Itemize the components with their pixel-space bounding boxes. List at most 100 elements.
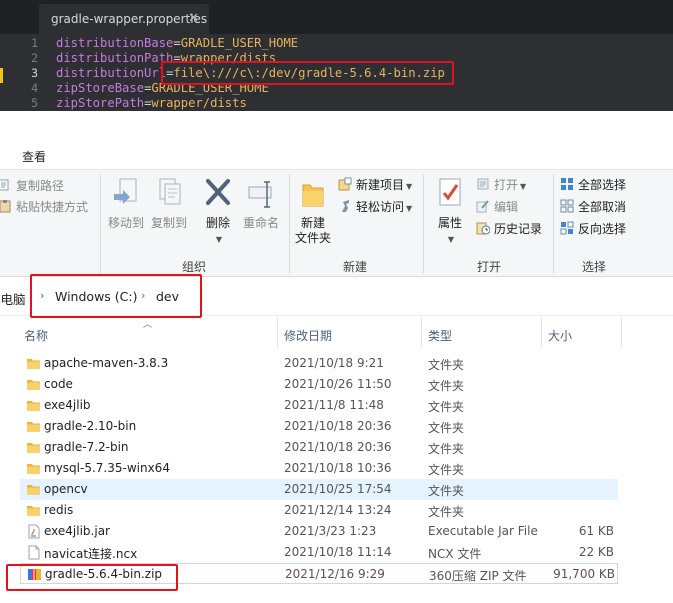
file-name: gradle-7.2-bin	[44, 440, 129, 454]
paste-shortcut-icon	[0, 200, 11, 213]
edit-button[interactable]: 编辑	[476, 197, 518, 217]
copy-to-icon	[159, 178, 181, 205]
annotation-highlight-box	[6, 564, 178, 591]
file-modified: 2021/12/14 13:24	[284, 503, 392, 517]
open-button[interactable]: 打开 ▼	[476, 175, 526, 195]
column-divider[interactable]	[277, 318, 278, 348]
open-icon	[477, 178, 489, 190]
file-name: mysql-5.7.35-winx64	[44, 461, 170, 475]
file-row[interactable]: exe4jlib.jar 2021/3/23 1:23 Executable Jar…	[20, 521, 618, 542]
file-modified: 2021/10/18 20:36	[284, 440, 392, 454]
file-modified: 2021/10/25 17:54	[284, 482, 392, 496]
file-name: navicat连接.ncx	[44, 547, 138, 561]
invert-selection-button[interactable]: 反向选择	[560, 219, 626, 239]
folder-icon	[26, 440, 41, 455]
copy-to-button[interactable]: 复制到	[149, 176, 189, 231]
select-all-button[interactable]: 全部选择	[560, 175, 626, 195]
new-folder-button[interactable]: 新建 文件夹	[293, 176, 333, 246]
file-row[interactable]: mysql-5.7.35-winx64 2021/10/18 10:36 文件夹	[20, 458, 618, 479]
file-row[interactable]: opencv 2021/10/25 17:54 文件夹	[20, 479, 618, 500]
column-divider[interactable]	[621, 318, 622, 348]
group-separator	[100, 174, 101, 274]
line-number: 2	[31, 51, 38, 65]
column-divider[interactable]	[421, 318, 422, 348]
properties-button[interactable]: 属性 ▼	[430, 176, 470, 245]
ribbon-body: 复制路径 粘贴快捷方式 移动到 复制到 删除 ▼ 重命名 组织 新建 文件夹 新…	[0, 169, 673, 277]
editor-tab[interactable]: gradle-wrapper.properties ✕	[39, 4, 209, 34]
chevron-down-icon: ▼	[406, 182, 413, 191]
rename-icon	[248, 181, 272, 208]
delete-icon	[206, 179, 230, 205]
folder-icon	[26, 482, 41, 497]
line-number-gutter: 1 2 3 4 5	[0, 34, 44, 111]
close-icon[interactable]: ✕	[188, 4, 199, 34]
file-size: 91,700 KB	[553, 567, 615, 581]
easy-access-button[interactable]: 轻松访问 ▼	[338, 197, 412, 217]
property-value: GRADLE_USER_HOME	[180, 36, 299, 50]
file-row[interactable]: apache-maven-3.8.3 2021/10/18 9:21 文件夹	[20, 353, 618, 374]
easy-access-icon	[342, 200, 349, 212]
property-value: wrapper/dists	[151, 96, 247, 110]
tab-view[interactable]: 查看	[22, 148, 46, 165]
file-row[interactable]: exe4jlib 2021/11/8 11:48 文件夹	[20, 395, 618, 416]
select-all-icon	[561, 178, 573, 190]
copy-path-icon	[0, 179, 9, 191]
properties-icon	[439, 178, 461, 206]
column-header-size[interactable]: 大小	[548, 327, 572, 344]
file-type: 文件夹	[428, 505, 465, 519]
line-number: 1	[31, 36, 38, 50]
property-key: distributionPath	[56, 51, 174, 65]
property-key: distributionBase	[56, 36, 174, 50]
jar-icon	[26, 524, 41, 539]
file-row[interactable]: code 2021/10/26 11:50 文件夹	[20, 374, 618, 395]
column-header-modified[interactable]: 修改日期	[284, 327, 332, 344]
select-none-icon	[560, 199, 574, 213]
new-folder-icon	[302, 184, 324, 207]
chevron-down-icon: ▼	[520, 182, 527, 191]
file-name: gradle-2.10-bin	[44, 419, 137, 433]
column-header-type[interactable]: 类型	[428, 327, 452, 344]
annotation-highlight-box	[30, 274, 202, 318]
code-line[interactable]: distributionBase=GRADLE_USER_HOME	[56, 36, 298, 51]
file-modified: 2021/11/8 11:48	[284, 398, 384, 412]
file-row[interactable]: gradle-7.2-bin 2021/10/18 20:36 文件夹	[20, 437, 618, 458]
delete-button[interactable]: 删除 ▼	[198, 176, 238, 245]
file-icon	[26, 545, 41, 560]
new-item-button[interactable]: 新建项目 ▼	[338, 175, 412, 195]
file-type: Executable Jar File	[428, 524, 538, 538]
folder-icon	[26, 356, 41, 371]
annotation-highlight-box	[161, 61, 454, 85]
paste-shortcut-button[interactable]: 粘贴快捷方式	[0, 197, 88, 217]
file-type: NCX 文件	[428, 547, 482, 561]
file-row[interactable]: redis 2021/12/14 13:24 文件夹	[20, 500, 618, 521]
file-row[interactable]: gradle-2.10-bin 2021/10/18 20:36 文件夹	[20, 416, 618, 437]
code-line[interactable]: zipStorePath=wrapper/dists	[56, 96, 247, 111]
move-to-icon	[114, 178, 137, 204]
move-to-button[interactable]: 移动到	[106, 176, 146, 231]
file-modified: 2021/12/16 9:29	[285, 567, 385, 581]
column-header-name[interactable]: 名称	[24, 327, 48, 344]
group-label-open: 打开	[477, 260, 502, 274]
property-key: zipStorePath	[56, 96, 145, 110]
file-size: 61 KB	[578, 524, 614, 538]
chevron-down-icon: ▼	[406, 204, 413, 213]
group-label-new: 新建	[343, 260, 368, 274]
explorer-ribbon: 查看 复制路径 粘贴快捷方式 移动到 复制到 删除 ▼ 重命名 组织 新建 文件…	[0, 111, 673, 278]
file-modified: 2021/10/18 10:36	[284, 461, 392, 475]
folder-icon	[26, 503, 41, 518]
folder-icon	[26, 419, 41, 434]
folder-icon	[26, 461, 41, 476]
file-name: opencv	[44, 482, 88, 496]
file-name: exe4jlib	[44, 398, 91, 412]
file-row[interactable]: navicat连接.ncx 2021/10/18 11:14 NCX 文件 22 KB	[20, 542, 618, 563]
select-none-button[interactable]: 全部取消	[560, 197, 626, 217]
copy-path-button[interactable]: 复制路径	[0, 176, 64, 196]
address-bar[interactable]: 此电脑 › Windows (C:) › dev	[0, 274, 673, 318]
breadcrumb-root[interactable]: 此电脑	[0, 289, 26, 308]
column-divider[interactable]	[541, 318, 542, 348]
rename-button[interactable]: 重命名	[241, 176, 281, 231]
new-item-icon	[338, 177, 352, 191]
property-key: distributionUrl	[56, 66, 167, 80]
history-button[interactable]: 历史记录	[476, 219, 542, 239]
property-key: zipStoreBase	[56, 81, 145, 95]
